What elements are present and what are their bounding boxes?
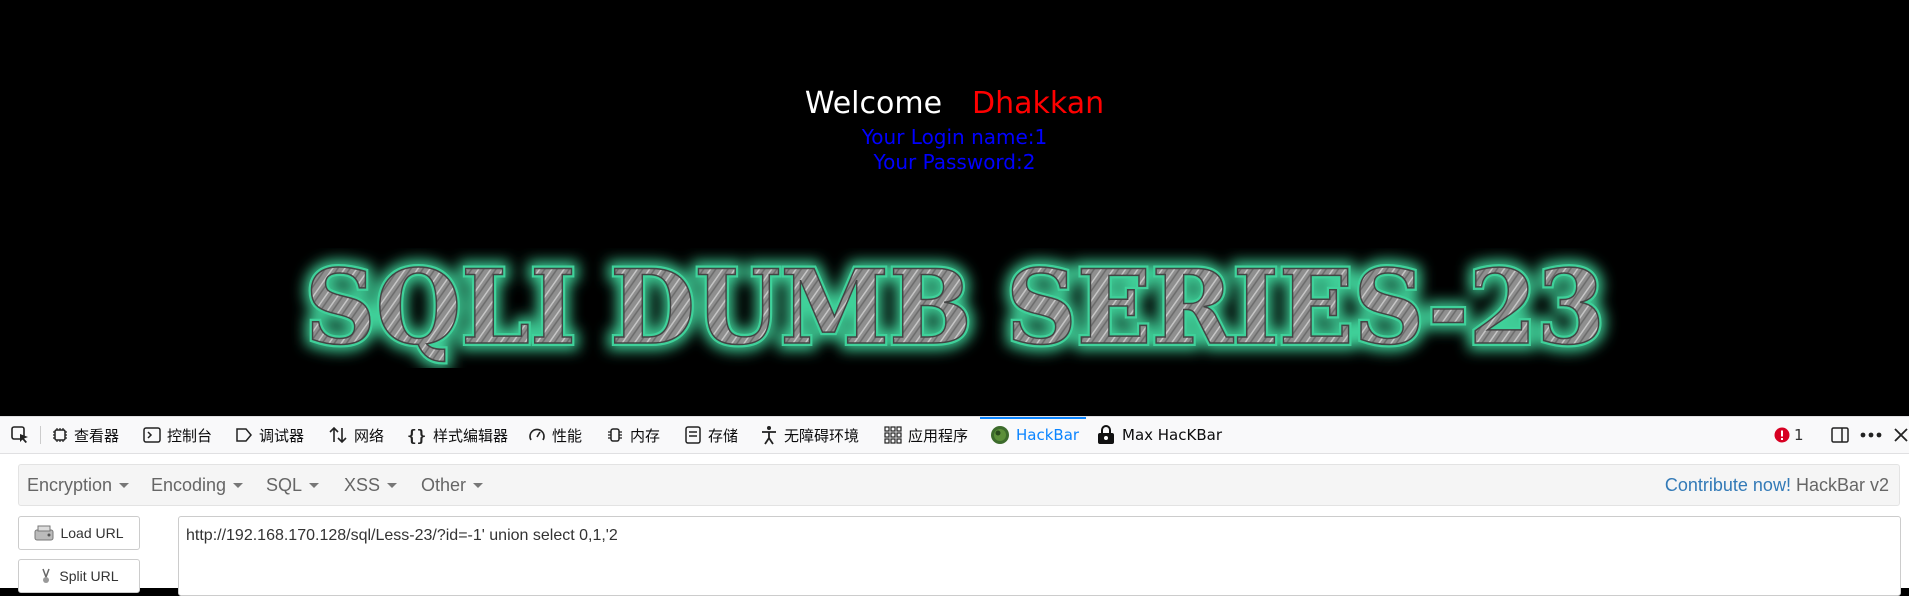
tab-label: 无障碍环境: [784, 426, 860, 445]
toolbar-divider: [40, 426, 41, 444]
inspector-icon: [53, 428, 67, 442]
menu-label: Other: [421, 474, 467, 495]
welcome-line: Welcome Dhakkan: [0, 84, 1909, 124]
login-name-text: Your Login name:1: [861, 125, 1048, 149]
caret-down-icon: [387, 482, 398, 488]
tab-label: Max HacKBar: [1122, 426, 1222, 444]
style-editor-icon: {}: [407, 426, 426, 444]
network-icon: [329, 426, 347, 444]
contribute-link[interactable]: Contribute now!: [1665, 475, 1791, 496]
element-picker-icon: [11, 426, 28, 443]
more-options-button[interactable]: [1860, 417, 1888, 453]
password-text: Your Password:2: [873, 150, 1036, 174]
tab-label: HackBar: [1016, 426, 1080, 444]
caret-down-icon: [309, 482, 320, 488]
menu-encoding[interactable]: Encoding: [151, 465, 244, 505]
welcome-username: Dhakkan: [972, 86, 1105, 121]
storage-icon: [685, 426, 701, 444]
tab-application[interactable]: 应用程序: [884, 417, 968, 453]
devtools-toolbar: 查看器 控制台 调试器 网络 {} 样式编辑器 性能 内存 存储 无障碍环境 应…: [0, 416, 1909, 454]
page-viewport: Welcome Dhakkan Your Login name:1 Your Pa…: [0, 0, 1909, 416]
max-hackbar-icon: [1098, 425, 1114, 444]
welcome-text: Welcome: [804, 86, 943, 121]
menu-label: SQL: [266, 474, 303, 495]
hackbar-menu-bar: Encryption Encoding SQL XSS Other Contri…: [18, 464, 1900, 506]
url-text: http://192.168.170.128/sql/Less-23/?id=-…: [186, 527, 618, 544]
element-picker-button[interactable]: [10, 417, 36, 453]
tab-storage[interactable]: 存储: [684, 417, 738, 453]
split-url-icon: [42, 568, 51, 583]
performance-icon: [529, 428, 545, 441]
menu-other[interactable]: Other: [421, 465, 484, 505]
contribute-area: Contribute now! HackBar v2: [1665, 465, 1889, 505]
close-icon: [1894, 428, 1908, 442]
caret-down-icon: [233, 482, 244, 488]
caret-down-icon: [473, 482, 484, 488]
tab-console[interactable]: 控制台: [143, 417, 212, 453]
tab-label: 网络: [354, 426, 385, 445]
tab-label: 查看器: [74, 426, 120, 445]
hackbar-panel: Encryption Encoding SQL XSS Other Contri…: [0, 454, 1909, 596]
hackbar-icon: [991, 426, 1009, 444]
error-icon: [1774, 427, 1790, 443]
tab-label: 性能: [552, 426, 583, 445]
menu-label: XSS: [344, 474, 381, 495]
banner-image: SQLI DUMB SERIES-23 SQLI DUMB SERIES-23 …: [298, 248, 1612, 368]
accessibility-icon: [762, 426, 776, 445]
memory-icon: [608, 428, 622, 442]
menu-xss[interactable]: XSS: [344, 465, 398, 505]
menu-label: Encryption: [27, 474, 113, 495]
split-url-label: Split URL: [59, 568, 119, 584]
console-icon: [143, 427, 161, 443]
more-options-icon: [1860, 432, 1882, 438]
tab-inspector[interactable]: 查看器: [52, 417, 119, 453]
tab-accessibility[interactable]: 无障碍环境: [760, 417, 859, 453]
tab-label: 样式编辑器: [433, 426, 509, 445]
tab-performance[interactable]: 性能: [528, 417, 582, 453]
dock-icon: [1831, 427, 1849, 443]
menu-label: Encoding: [151, 474, 227, 495]
banner-title: SQLI DUMB SERIES-23: [305, 248, 1605, 368]
tab-label: 存储: [708, 426, 739, 445]
load-url-icon: [34, 525, 54, 541]
caret-down-icon: [119, 482, 130, 488]
tab-label: 内存: [630, 426, 661, 445]
tab-network[interactable]: 网络: [328, 417, 384, 453]
url-textarea[interactable]: http://192.168.170.128/sql/Less-23/?id=-…: [178, 516, 1901, 596]
tab-hackbar[interactable]: HackBar: [990, 417, 1079, 453]
svg-text:{}: {}: [407, 426, 426, 444]
tab-label: 控制台: [167, 426, 213, 445]
debugger-icon: [236, 428, 252, 442]
load-url-label: Load URL: [60, 525, 124, 541]
tab-debugger[interactable]: 调试器: [235, 417, 304, 453]
close-devtools-button[interactable]: [1893, 417, 1909, 453]
application-icon: [884, 426, 902, 444]
tab-label: 应用程序: [908, 426, 969, 445]
error-count-badge[interactable]: 1: [1774, 417, 1804, 453]
menu-sql[interactable]: SQL: [266, 465, 320, 505]
load-url-button[interactable]: Load URL: [18, 516, 140, 550]
tab-style-editor[interactable]: {} 样式编辑器: [407, 417, 508, 453]
menu-encryption[interactable]: Encryption: [27, 465, 130, 505]
tab-max-hackbar[interactable]: Max HacKBar: [1096, 417, 1222, 453]
error-count: 1: [1794, 426, 1804, 444]
dock-button[interactable]: [1830, 417, 1856, 453]
hackbar-version: HackBar v2: [1795, 474, 1889, 495]
tab-label: 调试器: [259, 426, 305, 445]
tab-memory[interactable]: 内存: [606, 417, 660, 453]
